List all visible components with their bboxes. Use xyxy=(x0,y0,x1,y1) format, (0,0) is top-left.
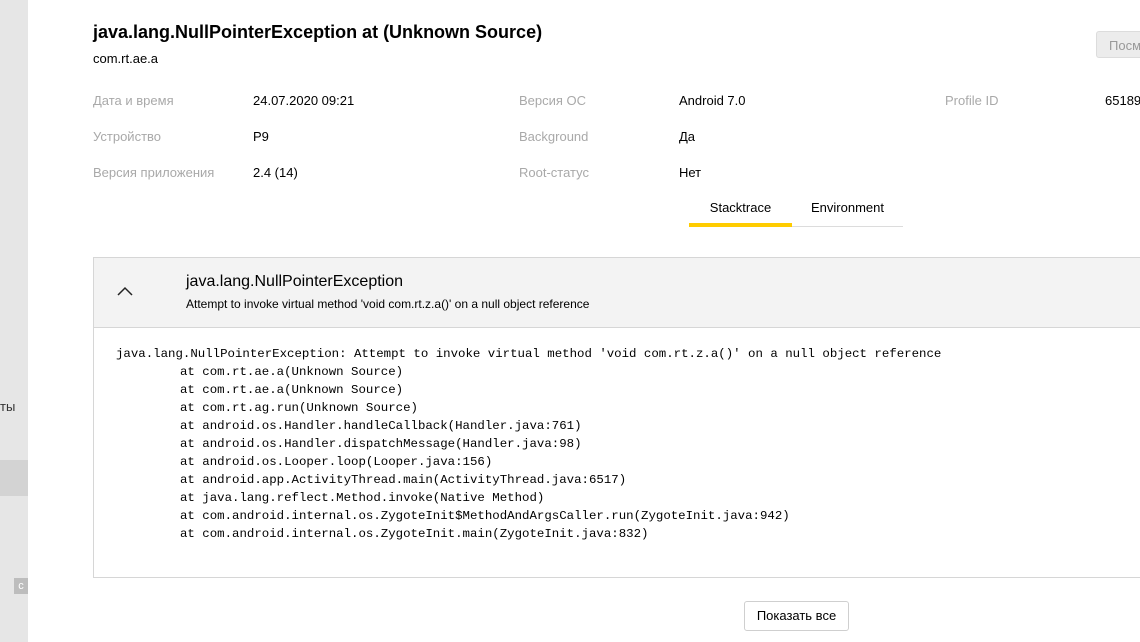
device-value: P9 xyxy=(253,129,269,144)
datetime-value: 24.07.2020 09:21 xyxy=(253,93,355,108)
stacktrace-header-line: java.lang.NullPointerException: Attempt … xyxy=(116,347,942,361)
stacktrace-frame: at android.app.ActivityThread.main(Activ… xyxy=(180,473,627,487)
detail-tabs: Stacktrace Environment xyxy=(689,193,903,227)
app-version-label: Версия приложения xyxy=(93,165,215,180)
exception-message: Attempt to invoke virtual method 'void c… xyxy=(186,297,590,311)
tab-environment[interactable]: Environment xyxy=(792,193,903,226)
tab-stacktrace[interactable]: Stacktrace xyxy=(689,193,792,227)
stacktrace-frame: at android.os.Looper.loop(Looper.java:15… xyxy=(180,455,493,469)
datetime-label: Дата и время xyxy=(93,93,174,108)
stacktrace-frame: at com.rt.ae.a(Unknown Source) xyxy=(180,365,404,379)
background-label: Background xyxy=(519,129,589,144)
stacktrace-frame: at android.os.Handler.handleCallback(Han… xyxy=(180,419,582,433)
stacktrace-frame: at java.lang.reflect.Method.invoke(Nativ… xyxy=(180,491,545,505)
view-button[interactable]: Посм xyxy=(1096,31,1140,58)
crash-report-page: ты с java.lang.NullPointerException at (… xyxy=(0,0,1140,642)
chevron-up-icon[interactable] xyxy=(114,280,136,302)
page-subtitle: com.rt.ae.a xyxy=(93,51,159,66)
root-status-value: Нет xyxy=(679,165,702,180)
root-status-label: Root-статус xyxy=(519,165,589,180)
profile-id-value: 65189 xyxy=(1105,93,1140,108)
exception-panel: java.lang.NullPointerException Attempt t… xyxy=(93,257,1140,578)
exception-name: java.lang.NullPointerException xyxy=(186,273,404,290)
page-title: java.lang.NullPointerException at (Unkno… xyxy=(93,22,543,42)
os-version-label: Версия ОС xyxy=(519,93,587,108)
sidebar-badge: с xyxy=(14,578,28,594)
exception-panel-header: java.lang.NullPointerException Attempt t… xyxy=(94,258,1140,328)
background-value: Да xyxy=(679,129,696,144)
stacktrace-frame: at com.rt.ae.a(Unknown Source) xyxy=(180,383,404,397)
app-version-value: 2.4 (14) xyxy=(253,165,298,180)
stacktrace-frame: at com.android.internal.os.ZygoteInit$Me… xyxy=(180,509,790,523)
stacktrace-text: java.lang.NullPointerException: Attempt … xyxy=(116,345,941,543)
stacktrace-frame: at android.os.Handler.dispatchMessage(Ha… xyxy=(180,437,582,451)
os-version-value: Android 7.0 xyxy=(679,93,746,108)
sidebar-item-active[interactable] xyxy=(0,460,28,496)
stacktrace-frame: at com.android.internal.os.ZygoteInit.ma… xyxy=(180,527,649,541)
sidebar-item-label[interactable]: ты xyxy=(0,399,28,414)
profile-id-label: Profile ID xyxy=(945,93,999,108)
stacktrace-frame: at com.rt.ag.run(Unknown Source) xyxy=(180,401,418,415)
show-all-button[interactable]: Показать все xyxy=(744,601,849,631)
device-label: Устройство xyxy=(93,129,162,144)
sidebar: ты с xyxy=(0,0,28,642)
